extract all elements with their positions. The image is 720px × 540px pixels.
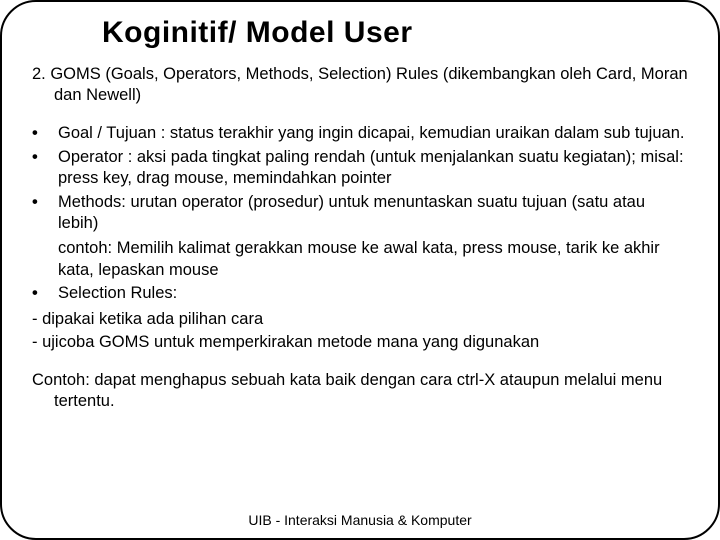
bullet-list: Goal / Tujuan : status terakhir yang ing… xyxy=(32,123,688,234)
dash-2: - ujicoba GOMS untuk memperkirakan metod… xyxy=(32,332,688,353)
bullet-operator: Operator : aksi pada tingkat paling rend… xyxy=(32,147,688,190)
methods-example: contoh: Memilih kalimat gerakkan mouse k… xyxy=(32,238,688,281)
slide-frame: Koginitif/ Model User 2. GOMS (Goals, Op… xyxy=(0,0,720,540)
example-text: Contoh: dapat menghapus sebuah kata baik… xyxy=(54,370,688,413)
intro-text: 2. GOMS (Goals, Operators, Methods, Sele… xyxy=(54,64,688,105)
bullet-selection: Selection Rules: xyxy=(32,283,688,304)
bullet-goal: Goal / Tujuan : status terakhir yang ing… xyxy=(32,123,688,144)
slide-title: Koginitif/ Model User xyxy=(102,16,688,50)
dash-1: - dipakai ketika ada pilihan cara xyxy=(32,309,688,330)
bullet-list-2: Selection Rules: xyxy=(32,283,688,304)
bullet-methods: Methods: urutan operator (prosedur) untu… xyxy=(32,192,688,235)
footer-text: UIB - Interaksi Manusia & Komputer xyxy=(2,512,718,528)
